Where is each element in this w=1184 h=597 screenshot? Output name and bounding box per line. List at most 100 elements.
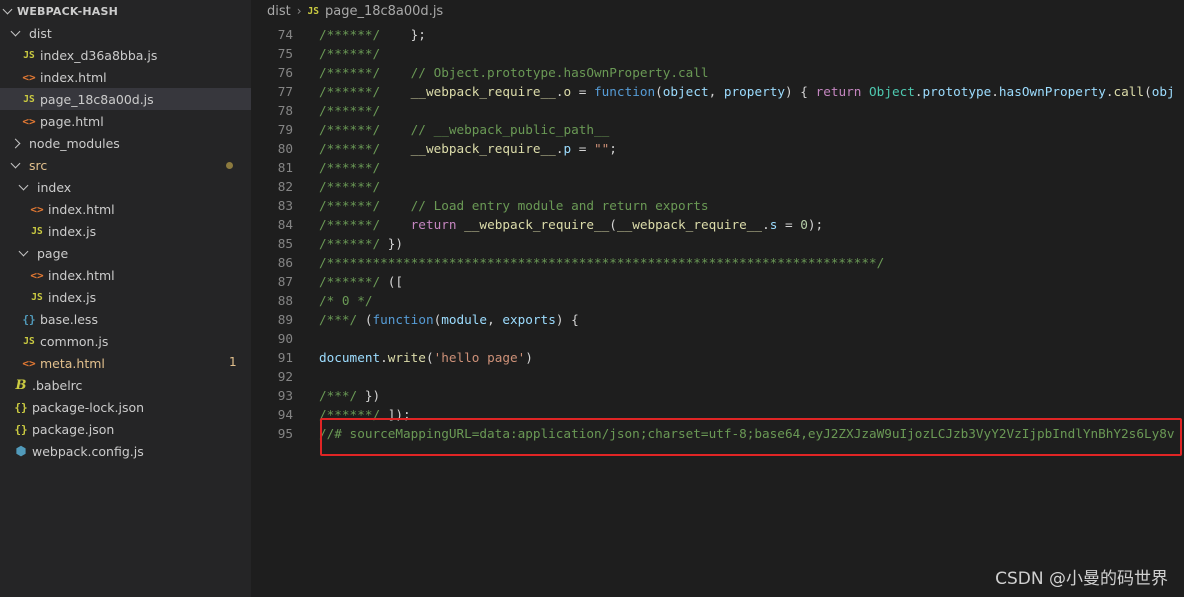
line-number: 80 bbox=[277, 141, 293, 156]
explorer-folder[interactable]: node_modules bbox=[0, 132, 251, 154]
line-number: 82 bbox=[277, 179, 293, 194]
explorer-file[interactable]: JS index.js bbox=[0, 220, 251, 242]
code-line[interactable]: 88 /* 0 */ bbox=[251, 291, 1184, 310]
code-text: /******/ // Object.prototype.hasOwnPrope… bbox=[319, 63, 709, 82]
line-number: 92 bbox=[277, 369, 293, 384]
line-number: 89 bbox=[277, 312, 293, 327]
code-token: = bbox=[571, 141, 595, 156]
explorer-file[interactable]: <> meta.html 1 bbox=[0, 352, 251, 374]
code-token: obj bbox=[1151, 84, 1175, 99]
explorer-item-label: page bbox=[37, 245, 69, 261]
explorer-item-label: index.js bbox=[48, 223, 97, 239]
code-line[interactable]: 80 /******/ __webpack_require__.p = ""; bbox=[251, 139, 1184, 158]
code-token: . bbox=[914, 84, 923, 99]
breadcrumb-file[interactable]: page_18c8a00d.js bbox=[325, 4, 443, 19]
code-token: exports bbox=[502, 312, 556, 327]
less-file-icon: {} bbox=[22, 312, 36, 326]
explorer-file[interactable]: JS common.js bbox=[0, 330, 251, 352]
line-number: 86 bbox=[277, 255, 293, 270]
code-token: ) { bbox=[555, 312, 579, 327]
code-line[interactable]: 76 /******/ // Object.prototype.hasOwnPro… bbox=[251, 63, 1184, 82]
code-text: /******/ bbox=[319, 101, 380, 120]
explorer-file[interactable]: <> index.html bbox=[0, 66, 251, 88]
code-text: /******/ __webpack_require__. o = functio… bbox=[319, 82, 1175, 101]
code-line[interactable]: 85 /******/ }) bbox=[251, 234, 1184, 253]
explorer-root[interactable]: WEBPACK-HASH bbox=[0, 0, 251, 22]
explorer-file[interactable]: <> index.html bbox=[0, 264, 251, 286]
code-line[interactable]: 82 /******/ bbox=[251, 177, 1184, 196]
explorer-file[interactable]: JS page_18c8a00d.js bbox=[0, 88, 251, 110]
explorer-file[interactable]: <> page.html bbox=[0, 110, 251, 132]
code-line[interactable]: 81 /******/ bbox=[251, 158, 1184, 177]
explorer-file[interactable]: {} package.json bbox=[0, 418, 251, 440]
code-token: prototype bbox=[922, 84, 992, 99]
code-text: /******/ }) bbox=[319, 234, 403, 253]
code-token: p bbox=[563, 141, 572, 156]
code-line[interactable]: 83 /******/ // Load entry module and retu… bbox=[251, 196, 1184, 215]
explorer-file[interactable]: <> index.html bbox=[0, 198, 251, 220]
code-line[interactable]: 86 /*************************************… bbox=[251, 253, 1184, 272]
code-token: __webpack_require__ bbox=[464, 217, 610, 232]
explorer-folder[interactable]: dist bbox=[0, 22, 251, 44]
code-token: . bbox=[1105, 84, 1114, 99]
explorer-folder[interactable]: page bbox=[0, 242, 251, 264]
code-line[interactable]: 90 bbox=[251, 329, 1184, 348]
code-token: ; bbox=[609, 141, 617, 156]
code-text: /******/ bbox=[319, 44, 380, 63]
code-token: 'hello page' bbox=[433, 350, 526, 365]
code-line[interactable]: 78 /******/ bbox=[251, 101, 1184, 120]
code-editor[interactable]: 74 /******/ }; 75 /******/ 76 /******/ // Obj… bbox=[251, 22, 1184, 597]
explorer-folder[interactable]: src bbox=[0, 154, 251, 176]
line-number: 83 bbox=[277, 198, 293, 213]
code-line[interactable]: 74 /******/ }; bbox=[251, 25, 1184, 44]
code-token: // __webpack_public_path__ bbox=[410, 122, 610, 137]
code-text: /***/ }) bbox=[319, 386, 380, 405]
explorer-item-label: src bbox=[29, 157, 48, 173]
code-token: /******/ bbox=[319, 65, 381, 80]
webpack-file-icon: ⬢ bbox=[15, 444, 27, 458]
code-line[interactable]: 92 bbox=[251, 367, 1184, 386]
code-token: ( bbox=[425, 350, 434, 365]
code-token: /******/ bbox=[319, 103, 381, 118]
code-text: /******/ ([ bbox=[319, 272, 403, 291]
html-file-icon: <> bbox=[22, 70, 36, 84]
code-token: return bbox=[410, 217, 457, 232]
code-line[interactable]: 93 /***/ }) bbox=[251, 386, 1184, 405]
code-line[interactable]: 75 /******/ bbox=[251, 44, 1184, 63]
breadcrumb: dist › JS page_18c8a00d.js bbox=[251, 0, 1184, 22]
explorer-file[interactable]: ⬢ webpack.config.js bbox=[0, 440, 251, 462]
breadcrumb-folder[interactable]: dist bbox=[267, 4, 291, 19]
code-token: ( bbox=[357, 312, 373, 327]
explorer-file[interactable]: JS index_d36a8bba.js bbox=[0, 44, 251, 66]
code-line[interactable]: 91 document.write('hello page') bbox=[251, 348, 1184, 367]
code-token: write bbox=[387, 350, 426, 365]
code-line[interactable]: 79 /******/ // __webpack_public_path__ bbox=[251, 120, 1184, 139]
code-line[interactable]: 89/***/ (function(module, exports) { bbox=[251, 310, 1184, 329]
json-file-icon: {} bbox=[14, 422, 28, 436]
explorer-item-label: package.json bbox=[32, 421, 115, 437]
explorer-file[interactable]: JS index.js bbox=[0, 286, 251, 308]
line-number: 84 bbox=[277, 217, 293, 232]
explorer-item-label: base.less bbox=[40, 311, 98, 327]
explorer-file[interactable]: B .babelrc bbox=[0, 374, 251, 396]
code-line[interactable]: 77 /******/ __webpack_require__. o = funct… bbox=[251, 82, 1184, 101]
code-token: // Object.prototype.hasOwnProperty.call bbox=[410, 65, 709, 80]
code-token: = bbox=[571, 84, 595, 99]
code-token: ([ bbox=[380, 274, 404, 289]
code-text: /******/ return __webpack_require__(__we… bbox=[319, 215, 823, 234]
js-file-icon: JS bbox=[31, 291, 43, 303]
explorer-folder[interactable]: index bbox=[0, 176, 251, 198]
js-file-icon: JS bbox=[307, 5, 319, 17]
explorer-file[interactable]: {} base.less bbox=[0, 308, 251, 330]
code-line[interactable]: 87 /******/ ([ bbox=[251, 272, 1184, 291]
code-token: Object bbox=[869, 84, 915, 99]
html-file-icon: <> bbox=[22, 356, 36, 370]
line-number: 81 bbox=[277, 160, 293, 175]
explorer-file[interactable]: {} package-lock.json bbox=[0, 396, 251, 418]
babel-file-icon: B bbox=[15, 377, 27, 393]
code-line[interactable]: 84 /******/ return __webpack_require__(__… bbox=[251, 215, 1184, 234]
code-token: . bbox=[380, 350, 388, 365]
line-number: 93 bbox=[277, 388, 293, 403]
code-token: /******/ bbox=[319, 274, 381, 289]
